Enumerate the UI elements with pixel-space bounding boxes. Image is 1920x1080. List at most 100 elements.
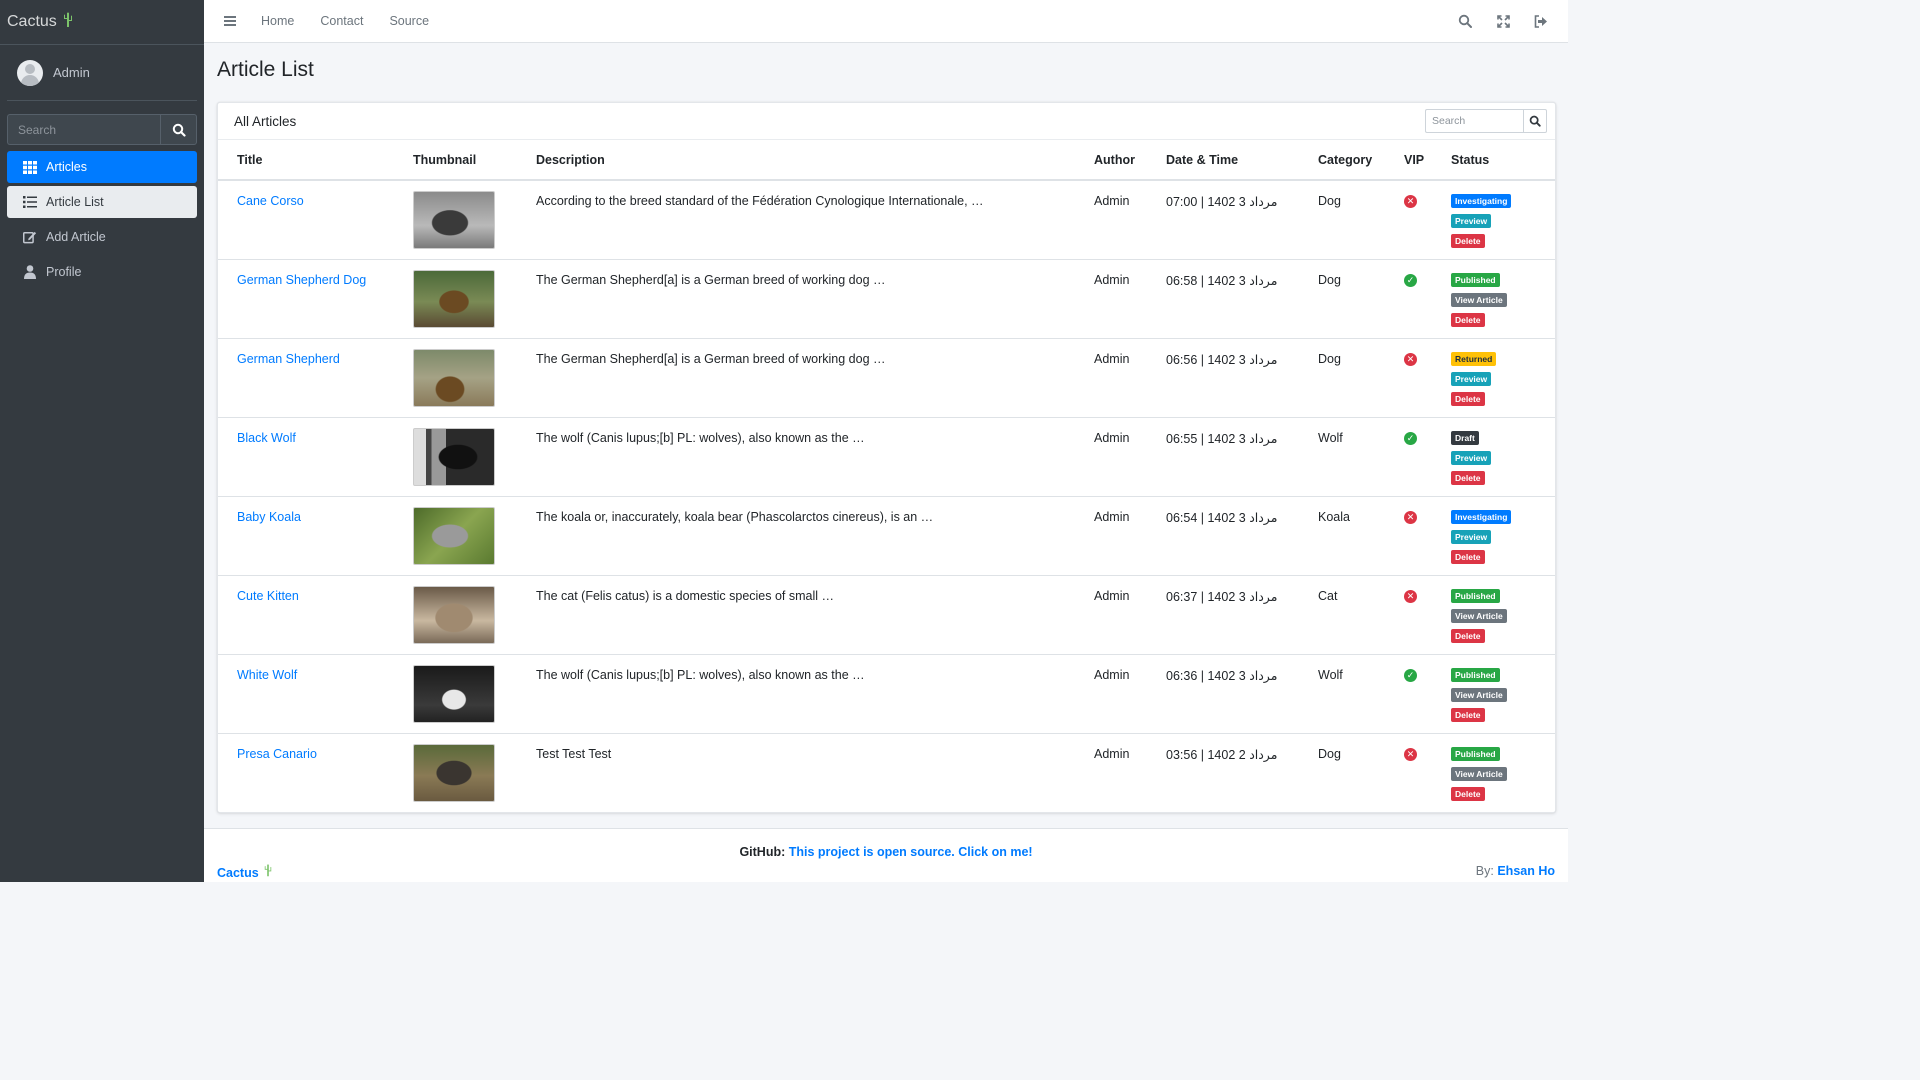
sidebar-search-button[interactable] — [160, 114, 197, 145]
author-link[interactable]: Ehsan Ho — [1497, 864, 1555, 878]
article-category: Dog — [1299, 258, 1385, 338]
article-category: Dog — [1299, 337, 1385, 417]
menu-toggle-icon[interactable] — [224, 14, 236, 28]
article-thumbnail[interactable] — [413, 191, 495, 249]
delete-button[interactable]: Delete — [1451, 786, 1485, 801]
table-row: German Shepherd Dog The German Shepherd[… — [218, 258, 1555, 338]
search-icon — [172, 123, 186, 137]
card-header: All Articles — [218, 103, 1555, 140]
article-thumbnail[interactable] — [413, 664, 495, 723]
delete-button[interactable]: Delete — [1451, 549, 1485, 564]
article-author: Admin — [1075, 337, 1147, 417]
article-thumbnail[interactable] — [413, 269, 495, 328]
times-circle-icon: ✕ — [1404, 589, 1417, 603]
brand-link[interactable]: Cactus — [0, 0, 204, 45]
article-title-link[interactable]: Black Wolf — [237, 431, 296, 445]
sidebar-item-articles[interactable]: Articles — [7, 151, 197, 183]
article-thumbnail[interactable] — [413, 585, 495, 644]
logout-icon[interactable] — [1534, 14, 1548, 28]
status-badge: Investigating — [1451, 194, 1512, 208]
sidebar-item-add-article[interactable]: Add Article — [7, 221, 197, 253]
article-thumbnail[interactable] — [413, 743, 495, 802]
user-panel[interactable]: Admin — [7, 45, 197, 101]
check-circle-icon: ✓ — [1404, 273, 1417, 287]
article-title-link[interactable]: Cane Corso — [237, 194, 304, 208]
delete-button[interactable]: Delete — [1451, 470, 1485, 485]
article-thumbnail[interactable] — [413, 348, 495, 407]
view-article-button[interactable]: View Article — [1451, 608, 1507, 623]
sidebar-item-article-list[interactable]: Article List — [7, 186, 197, 218]
preview-button[interactable]: Preview — [1451, 529, 1492, 544]
article-title-link[interactable]: White Wolf — [237, 668, 297, 682]
article-title-link[interactable]: German Shepherd — [237, 352, 340, 366]
article-description: According to the breed standard of the F… — [536, 194, 984, 208]
nav-link-contact[interactable]: Contact — [320, 14, 363, 28]
fullscreen-icon[interactable] — [1496, 14, 1510, 28]
nav-link-home[interactable]: Home — [261, 14, 294, 28]
delete-button[interactable]: Delete — [1451, 234, 1485, 248]
nav-link-source[interactable]: Source — [389, 14, 429, 28]
list-icon — [23, 195, 37, 209]
article-title-link[interactable]: German Shepherd Dog — [237, 273, 366, 287]
article-datetime: 06:36 | 1402 مرداد 3 — [1147, 653, 1299, 733]
article-title-link[interactable]: Baby Koala — [237, 510, 301, 524]
status-badge: Draft — [1451, 430, 1479, 445]
delete-button[interactable]: Delete — [1451, 312, 1485, 327]
table-row: Baby Koala The koala or, inaccurately, k… — [218, 495, 1555, 575]
article-datetime: 06:54 | 1402 مرداد 3 — [1147, 495, 1299, 575]
column-header: Author — [1075, 140, 1147, 181]
table-search — [1425, 109, 1547, 133]
status-badge: Published — [1451, 588, 1500, 603]
footer-github: GitHub: This project is open source. Cli… — [204, 845, 1568, 859]
article-datetime: 06:55 | 1402 مرداد 3 — [1147, 416, 1299, 496]
sidebar-item-label: Article List — [46, 195, 104, 209]
cactus-icon — [262, 864, 274, 880]
status-badge: Returned — [1451, 351, 1497, 366]
edit-icon — [23, 230, 37, 244]
delete-button[interactable]: Delete — [1451, 628, 1485, 643]
preview-button[interactable]: Preview — [1451, 214, 1492, 228]
preview-button[interactable]: Preview — [1451, 371, 1492, 386]
article-author: Admin — [1094, 194, 1130, 208]
preview-button[interactable]: Preview — [1451, 450, 1492, 465]
article-author: Admin — [1075, 653, 1147, 733]
view-article-button[interactable]: View Article — [1451, 687, 1507, 702]
view-article-button[interactable]: View Article — [1451, 292, 1507, 307]
article-category: Koala — [1299, 495, 1385, 575]
column-header: Category — [1299, 140, 1385, 181]
article-title-link[interactable]: Cute Kitten — [237, 589, 299, 603]
column-header: VIP — [1385, 140, 1432, 181]
times-circle-icon: ✕ — [1404, 510, 1417, 524]
article-thumbnail[interactable] — [413, 427, 495, 486]
table-row: Presa Canario Test Test Test Admin 03:56… — [218, 732, 1555, 812]
column-header: Thumbnail — [394, 140, 517, 181]
search-icon[interactable] — [1458, 14, 1472, 28]
sidebar-item-profile[interactable]: Profile — [7, 256, 197, 288]
times-circle-icon: ✕ — [1404, 195, 1417, 208]
table-search-button[interactable] — [1523, 109, 1547, 133]
article-category: Wolf — [1299, 653, 1385, 733]
times-circle-icon: ✕ — [1404, 352, 1417, 366]
delete-button[interactable]: Delete — [1451, 391, 1485, 406]
article-title-link[interactable]: Presa Canario — [237, 747, 317, 761]
article-datetime: 06:37 | 1402 مرداد 3 — [1147, 574, 1299, 654]
article-datetime: 07:00 | 1402 مرداد 3 — [1166, 195, 1278, 209]
delete-button[interactable]: Delete — [1451, 707, 1485, 722]
status-badge: Published — [1451, 272, 1500, 287]
sidebar-search-input[interactable] — [7, 114, 160, 145]
column-header: Title — [218, 140, 394, 181]
by-label: By: — [1475, 864, 1494, 878]
footer-brand[interactable]: Cactus — [217, 864, 274, 880]
brand-name: Cactus — [7, 13, 57, 30]
table-search-input[interactable] — [1425, 109, 1523, 133]
article-datetime: 06:58 | 1402 مرداد 3 — [1147, 258, 1299, 338]
sidebar: Cactus Admin Articles Article List — [0, 0, 204, 882]
search-icon — [1529, 115, 1541, 127]
article-thumbnail[interactable] — [413, 506, 495, 565]
github-link[interactable]: This project is open source. Click on me… — [789, 845, 1033, 859]
article-description: The German Shepherd[a] is a German breed… — [517, 258, 1075, 338]
view-article-button[interactable]: View Article — [1451, 766, 1507, 781]
article-description: The wolf (Canis lupus;[b] PL: wolves), a… — [517, 653, 1075, 733]
page-title: Article List — [217, 58, 314, 81]
footer-brand-name: Cactus — [217, 866, 259, 880]
